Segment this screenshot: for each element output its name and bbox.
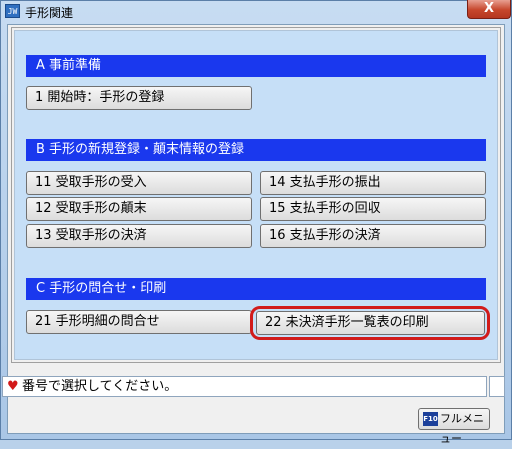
status-message: 番号で選択してください。 <box>22 379 178 394</box>
menu-button-16[interactable]: 16 支払手形の決済 <box>260 224 486 248</box>
f10-key-icon: F10 <box>423 412 438 426</box>
app-window: JW 手形関連 X A 事前準備 1 開始時：手形の登録 B 手形の新規登録・顛… <box>0 0 512 445</box>
window-title: 手形関連 <box>25 6 74 20</box>
menu-button-14[interactable]: 14 支払手形の振出 <box>260 171 486 195</box>
section-header-c-label: C 手形の問合せ・印刷 <box>36 281 167 296</box>
close-button[interactable]: X <box>467 0 511 19</box>
menu-button-15[interactable]: 15 支払手形の回収 <box>260 197 486 221</box>
section-header-a-label: A 事前準備 <box>36 58 102 73</box>
close-icon: X <box>483 1 495 16</box>
section-header-c: C 手形の問合せ・印刷 <box>26 278 486 300</box>
status-bar: ♥ 番号で選択してください。 <box>2 376 487 397</box>
menu-button-13[interactable]: 13 受取手形の決済 <box>26 224 252 248</box>
full-menu-label: フルメニュー <box>440 412 484 445</box>
section-header-b-label: B 手形の新規登録・顛末情報の登録 <box>36 142 245 157</box>
app-icon: JW <box>5 4 20 18</box>
menu-button-11[interactable]: 11 受取手形の受入 <box>26 171 252 195</box>
section-header-a: A 事前準備 <box>26 55 486 77</box>
menu-button-12[interactable]: 12 受取手形の顛末 <box>26 197 252 221</box>
full-menu-button[interactable]: F10 フルメニュー <box>418 408 490 445</box>
menu-button-1[interactable]: 1 開始時：手形の登録 <box>26 86 252 110</box>
status-input-box[interactable] <box>489 376 505 397</box>
menu-button-22[interactable]: 22 未決済手形一覧表の印刷 <box>256 311 485 335</box>
menu-button-21[interactable]: 21 手形明細の問合せ <box>26 310 252 334</box>
section-header-b: B 手形の新規登録・顛末情報の登録 <box>26 139 486 161</box>
title-bar[interactable]: JW 手形関連 X <box>1 0 511 23</box>
heart-icon: ♥ <box>7 379 19 394</box>
